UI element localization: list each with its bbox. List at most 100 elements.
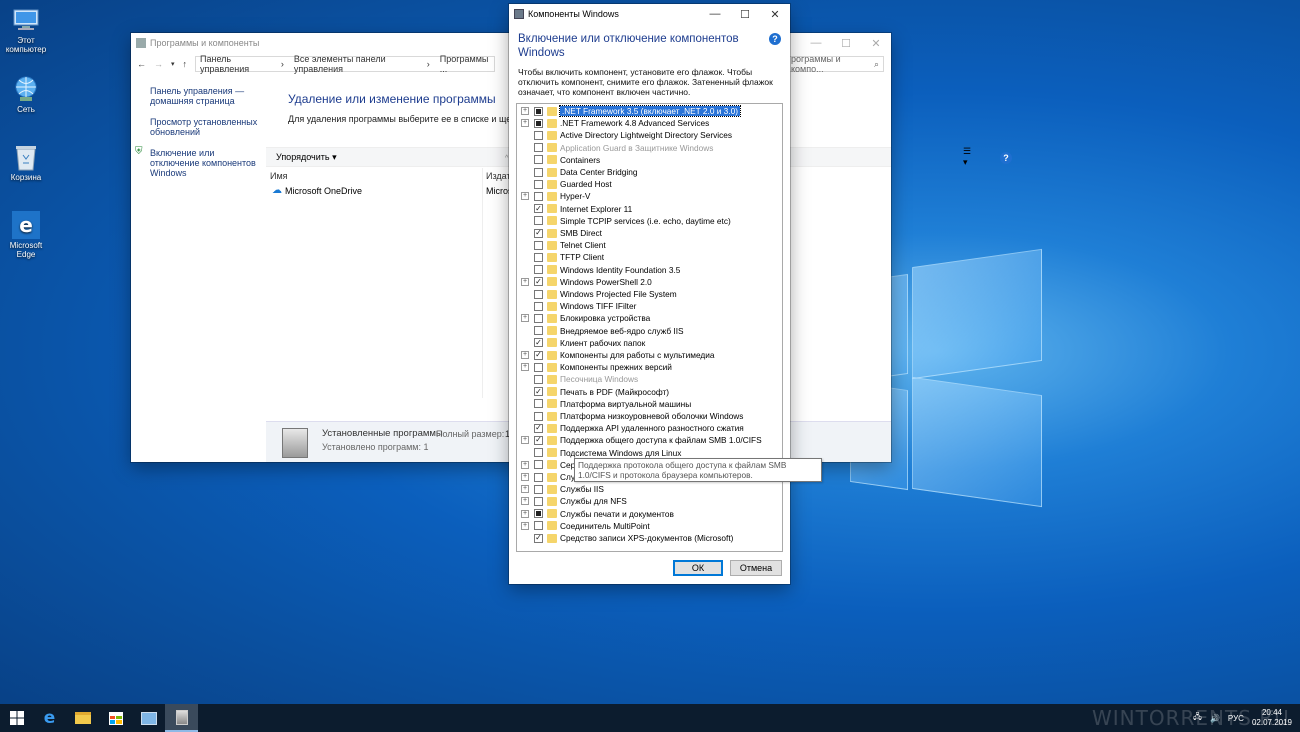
back-arrow-icon[interactable]: ←	[137, 59, 146, 69]
feature-row[interactable]: + Поддержка общего доступа к файлам SMB 1…	[517, 434, 782, 446]
expand-icon[interactable]: +	[521, 363, 529, 372]
taskbar-explorer[interactable]	[66, 704, 99, 732]
expand-icon[interactable]: +	[521, 351, 529, 359]
table-row[interactable]: ☁ Microsoft OneDrive	[272, 185, 362, 196]
column-name[interactable]: Имя	[270, 171, 288, 181]
expand-icon[interactable]: +	[521, 192, 529, 201]
feature-checkbox[interactable]	[534, 106, 543, 116]
feature-row[interactable]: + .NET Framework 4.8 Advanced Services	[517, 117, 782, 129]
maximize-button[interactable]: ☐	[730, 4, 760, 24]
feature-checkbox[interactable]	[534, 411, 543, 421]
feature-row[interactable]: + Блокировка устройства	[517, 312, 782, 324]
feature-row[interactable]: + Службы печати и документов	[517, 508, 782, 520]
cancel-button[interactable]: Отмена	[730, 560, 782, 576]
feature-checkbox[interactable]	[534, 423, 543, 433]
feature-row[interactable]: Simple TCPIP services (i.e. echo, daytim…	[517, 215, 782, 227]
expand-icon[interactable]: +	[521, 521, 529, 530]
feature-row[interactable]: Платформа низкоуровневой оболочки Window…	[517, 410, 782, 422]
feature-row[interactable]: Клиент рабочих папок	[517, 337, 782, 349]
maximize-button[interactable]: ☐	[831, 33, 861, 53]
feature-checkbox[interactable]	[534, 155, 543, 165]
expand-icon[interactable]: +	[521, 314, 529, 323]
feature-row[interactable]: Платформа виртуальной машины	[517, 398, 782, 410]
feature-checkbox[interactable]	[534, 179, 543, 189]
expand-icon[interactable]: +	[521, 497, 529, 506]
feature-checkbox[interactable]	[534, 130, 543, 140]
expand-icon[interactable]: +	[521, 107, 529, 115]
feature-checkbox[interactable]	[534, 265, 543, 275]
feature-checkbox[interactable]	[534, 362, 543, 372]
feature-row[interactable]: Telnet Client	[517, 239, 782, 251]
feature-checkbox[interactable]	[534, 435, 543, 445]
feature-checkbox[interactable]	[534, 460, 543, 470]
feature-checkbox[interactable]	[534, 277, 543, 287]
desktop-icon-edge[interactable]: e Microsoft Edge	[4, 211, 48, 259]
feature-row[interactable]: Подсистема Windows для Linux	[517, 447, 782, 459]
feature-row[interactable]: TFTP Client	[517, 251, 782, 263]
expand-icon[interactable]: +	[521, 277, 529, 286]
feature-row[interactable]: + Соединитель MultiPoint	[517, 520, 782, 532]
breadcrumb-item[interactable]: Программы ...	[440, 54, 490, 74]
feature-checkbox[interactable]	[534, 533, 543, 543]
feature-checkbox[interactable]	[534, 216, 543, 226]
feature-row[interactable]: Internet Explorer 11	[517, 203, 782, 215]
feature-checkbox[interactable]	[534, 350, 543, 360]
feature-row[interactable]: + Компоненты для работы с мультимедиа	[517, 349, 782, 361]
help-icon[interactable]: ?	[1000, 152, 1012, 164]
sidebar-link-updates[interactable]: Просмотр установленных обновлений	[131, 114, 261, 137]
feature-row[interactable]: Windows Projected File System	[517, 288, 782, 300]
feature-row[interactable]: Application Guard в Защитнике Windows	[517, 142, 782, 154]
expand-icon[interactable]: +	[521, 460, 529, 469]
feature-checkbox[interactable]	[534, 509, 543, 519]
close-button[interactable]: ✕	[760, 4, 790, 24]
feature-checkbox[interactable]	[534, 448, 543, 458]
feature-row[interactable]: + Службы IIS	[517, 483, 782, 495]
feature-checkbox[interactable]	[534, 374, 543, 384]
feature-checkbox[interactable]	[534, 399, 543, 409]
chevron-down-icon[interactable]: ▾	[171, 60, 175, 68]
feature-checkbox[interactable]	[534, 484, 543, 494]
feature-checkbox[interactable]	[534, 326, 543, 336]
breadcrumb-item[interactable]: Панель управления	[200, 54, 271, 74]
feature-row[interactable]: Guarded Host	[517, 178, 782, 190]
feature-row[interactable]: + Hyper-V	[517, 190, 782, 202]
feature-checkbox[interactable]	[534, 191, 543, 201]
expand-icon[interactable]: +	[521, 485, 529, 494]
feature-row[interactable]: Поддержка API удаленного разностного сжа…	[517, 422, 782, 434]
feature-checkbox[interactable]	[534, 240, 543, 250]
feature-row[interactable]: Средство записи XPS-документов (Microsof…	[517, 532, 782, 544]
feature-row[interactable]: + .NET Framework 3.5 (включает .NET 2.0 и…	[517, 105, 782, 117]
taskbar-control-panel[interactable]	[132, 704, 165, 732]
column-publisher[interactable]: Издат	[486, 171, 511, 181]
close-button[interactable]: ✕	[861, 33, 891, 53]
help-icon[interactable]: ?	[769, 33, 781, 45]
feature-checkbox[interactable]	[534, 143, 543, 153]
feature-row[interactable]: Containers	[517, 154, 782, 166]
feature-checkbox[interactable]	[534, 338, 543, 348]
feature-row[interactable]: Data Center Bridging	[517, 166, 782, 178]
desktop-icon-network[interactable]: Сеть	[4, 75, 48, 114]
feature-row[interactable]: Windows TIFF IFilter	[517, 300, 782, 312]
taskbar-edge[interactable]: e	[33, 704, 66, 732]
feature-row[interactable]: Песочница Windows	[517, 373, 782, 385]
organize-button[interactable]: Упорядочить ▾	[276, 152, 337, 163]
desktop-icon-recycle-bin[interactable]: Корзина	[4, 143, 48, 182]
feature-checkbox[interactable]	[534, 313, 543, 323]
breadcrumb-item[interactable]: Все элементы панели управления	[294, 54, 417, 74]
feature-row[interactable]: + Компоненты прежних версий	[517, 361, 782, 373]
feature-checkbox[interactable]	[534, 167, 543, 177]
feature-checkbox[interactable]	[534, 252, 543, 262]
minimize-button[interactable]: —	[801, 33, 831, 53]
feature-row[interactable]: Windows Identity Foundation 3.5	[517, 264, 782, 276]
expand-icon[interactable]: +	[521, 509, 529, 518]
breadcrumb[interactable]: Панель управления › Все элементы панели …	[195, 54, 496, 74]
feature-row[interactable]: + Службы для NFS	[517, 495, 782, 507]
expand-icon[interactable]: +	[521, 119, 529, 128]
feature-tree[interactable]: + .NET Framework 3.5 (включает .NET 2.0 и…	[516, 103, 783, 552]
search-input[interactable]: рограммы и компо... ⌕	[786, 54, 884, 74]
feature-row[interactable]: Active Directory Lightweight Directory S…	[517, 129, 782, 141]
minimize-button[interactable]: —	[700, 4, 730, 24]
feature-checkbox[interactable]	[534, 118, 543, 128]
feature-checkbox[interactable]	[534, 204, 543, 214]
dialog-titlebar[interactable]: Компоненты Windows — ☐ ✕	[509, 4, 790, 24]
